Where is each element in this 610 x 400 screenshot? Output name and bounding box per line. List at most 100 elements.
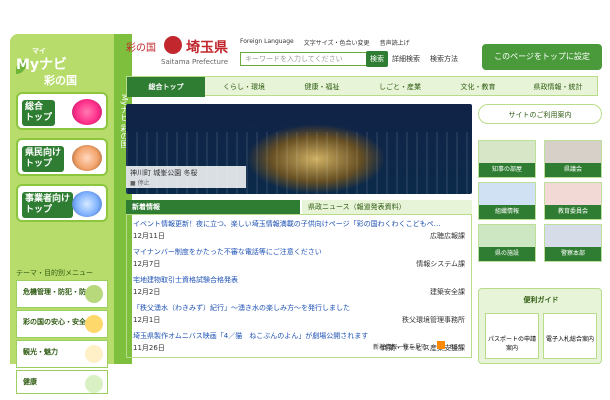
menu-safety[interactable]: 彩の国の安心・安全 xyxy=(16,310,108,338)
nav-item-culture-education[interactable]: 文化・教育 xyxy=(439,77,517,97)
stop-label: 停止 xyxy=(137,180,150,187)
sidebar-card-label: 事業者向け トップ xyxy=(22,192,74,218)
tile-facilities[interactable]: 県の施設 xyxy=(478,224,536,262)
tile-label: 県の施設 xyxy=(479,247,535,261)
tile-photo xyxy=(479,141,535,165)
news-date: 12月11日 xyxy=(133,232,165,240)
tile-label: 教育委員会 xyxy=(545,205,601,219)
text-size-link[interactable]: 文字サイズ・色合い変更 xyxy=(304,38,370,47)
sidebar-card-image xyxy=(72,99,102,125)
detailed-search-link[interactable]: 詳細検索 xyxy=(392,54,420,64)
foreign-language-link[interactable]: Foreign Language xyxy=(240,38,294,47)
sidebar-card-image xyxy=(72,145,102,171)
stop-icon: ■ xyxy=(130,180,136,187)
top-links: Foreign Language 文字サイズ・色合い変更 音声読上げ xyxy=(240,38,410,47)
guide-bid[interactable]: 電子入札総合案内 xyxy=(543,313,597,359)
site-logo[interactable]: 彩の国 埼玉県 Saitama Prefecture xyxy=(126,36,236,72)
hero-caption: 神川町 城峯公園 冬桜 ■ 停止 xyxy=(126,166,246,188)
rss-icon xyxy=(436,341,445,349)
news-dept: 秩父環境管理事務所 xyxy=(402,316,465,324)
search-input[interactable]: キーワードを入力してください xyxy=(240,52,376,66)
news-date: 12月1日 xyxy=(133,316,161,324)
set-as-top-button[interactable]: このページをトップに設定 xyxy=(482,44,602,70)
my-navi-title[interactable]: マイ Myナビ 彩の国 xyxy=(10,44,106,88)
sidebar-card-resident-top[interactable]: 県民向け トップ xyxy=(16,138,108,176)
menu-emergency[interactable]: 危機管理・防犯・防災等 xyxy=(16,280,108,308)
tile-label: 組織情報 xyxy=(479,205,535,219)
news-date: 12月2日 xyxy=(133,288,161,296)
tile-photo xyxy=(545,183,601,207)
tile-organization[interactable]: 組織情報 xyxy=(478,182,536,220)
search-method-link[interactable]: 検索方法 xyxy=(430,54,458,64)
rss-link[interactable]: RSS xyxy=(450,344,462,351)
news-footer: 新着情報一覧を見る RSS xyxy=(373,341,462,351)
tile-photo xyxy=(479,225,535,249)
news-item[interactable]: 「秩父湧水（わきみず）紀行」～湧き水の楽しみ方～を発行しました 12月1日 秩父… xyxy=(133,303,465,325)
useful-guide-title: 便利ガイド xyxy=(523,296,559,304)
search-button[interactable]: 検索 xyxy=(366,51,388,67)
news-title[interactable]: 宅地建物取引士資格試験合格発表 xyxy=(133,275,443,285)
menu-label: 観光・魅力 xyxy=(23,348,58,356)
news-dept: 建築安全課 xyxy=(430,288,465,296)
hero-caption-text: 神川町 城峯公園 冬桜 xyxy=(130,169,198,177)
sidebar-card-business-top[interactable]: 事業者向け トップ xyxy=(16,184,108,222)
tile-photo xyxy=(545,141,601,165)
news-title[interactable]: 「秩父湧水（わきみず）紀行」～湧き水の楽しみ方～を発行しました xyxy=(133,303,443,313)
site-guide-button[interactable]: サイトのご利用案内 xyxy=(478,104,602,124)
tile-assembly[interactable]: 県議会 xyxy=(544,140,602,178)
nav-item-health-welfare[interactable]: 健康・福祉 xyxy=(283,77,361,97)
news-tabs: 新着情報 県政ニュース（報道発表資料） xyxy=(126,200,472,214)
quick-links-grid: 知事の部屋 県議会 組織情報 教育委員会 県の施設 警察本部 xyxy=(478,140,602,262)
nav-item-life-environment[interactable]: くらし・環境 xyxy=(205,77,283,97)
news-item[interactable]: イベント情報更新！夜に立つ、楽しい埼玉情報満載の子供向けページ「彩の国わくわくこ… xyxy=(133,219,465,241)
menu-image xyxy=(85,315,103,333)
tab-new-info[interactable]: 新着情報 xyxy=(126,200,300,214)
tile-governor[interactable]: 知事の部屋 xyxy=(478,140,536,178)
news-item[interactable]: 宅地建物取引士資格試験合格発表 12月2日 建築安全課 xyxy=(133,275,465,297)
sidebar-card-general-top[interactable]: 総合 トップ xyxy=(16,92,108,130)
my-navi-big: Myナビ xyxy=(16,57,68,73)
logo-kana: 彩の国 xyxy=(126,43,156,54)
news-list: イベント情報更新！夜に立つ、楽しい埼玉情報満載の子供向けページ「彩の国わくわくこ… xyxy=(126,214,472,358)
menu-health[interactable]: 健康 xyxy=(16,370,108,394)
menu-label: 健康 xyxy=(23,378,37,386)
tile-label: 警察本部 xyxy=(545,247,601,261)
news-date: 12月7日 xyxy=(133,260,161,268)
news-date: 11月26日 xyxy=(133,344,165,352)
logo-kanji: 埼玉県 xyxy=(186,40,228,56)
menu-image xyxy=(85,375,103,393)
menu-label: 彩の国の安心・安全 xyxy=(23,318,86,326)
tile-photo xyxy=(545,225,601,249)
useful-guide: 便利ガイド パスポートの申請案内 電子入札総合案内 xyxy=(478,288,602,364)
sidebar-card-label: 県民向け トップ xyxy=(22,146,65,172)
news-title[interactable]: マイナンバー制度をかたった不審な電話等にご注意ください xyxy=(133,247,443,257)
guide-passport[interactable]: パスポートの申請案内 xyxy=(485,313,539,359)
news-dept: 情報システム課 xyxy=(416,260,465,268)
nav-item-general-top[interactable]: 総合トップ xyxy=(127,77,205,97)
tile-police[interactable]: 警察本部 xyxy=(544,224,602,262)
news-title[interactable]: イベント情報更新！夜に立つ、楽しい埼玉情報満載の子供向けページ「彩の国わくわくこ… xyxy=(133,219,443,229)
menu-tourism[interactable]: 観光・魅力 xyxy=(16,340,108,368)
news-title[interactable]: 埼玉県製作オムニバス映画「4／猫 ねこぶんのよん」が劇場公開されます xyxy=(133,331,443,341)
voice-read-link[interactable]: 音声読上げ xyxy=(380,38,410,47)
nav-item-policy-stats[interactable]: 県政情報・統計 xyxy=(517,77,599,97)
logo-mark-icon xyxy=(164,36,182,54)
hero-stop-control[interactable]: ■ 停止 xyxy=(130,178,242,187)
right-column: サイトのご利用案内 知事の部屋 県議会 組織情報 教育委員会 県の施設 警察本部… xyxy=(478,104,602,364)
menu-image xyxy=(85,285,103,303)
sidebar-card-label: 総合 トップ xyxy=(22,100,56,126)
nav-item-work-industry[interactable]: しごと・産業 xyxy=(361,77,439,97)
left-sidebar: マイ Myナビ 彩の国 総合 トップ 県民向け トップ 事業者向け トップ テー… xyxy=(10,34,132,394)
tile-education-board[interactable]: 教育委員会 xyxy=(544,182,602,220)
news-list-link[interactable]: 新着情報一覧を見る xyxy=(373,344,427,351)
theme-menu-title: テーマ・目的別メニュー xyxy=(16,269,93,277)
tile-photo xyxy=(479,183,535,207)
tile-label: 県議会 xyxy=(545,163,601,177)
tile-label: 知事の部屋 xyxy=(479,163,535,177)
news-dept: 広聴広報課 xyxy=(430,232,465,240)
my-navi-sub: 彩の国 xyxy=(44,74,77,87)
menu-image xyxy=(85,345,103,363)
tab-prefecture-news[interactable]: 県政ニュース（報道発表資料） xyxy=(302,200,472,214)
news-item[interactable]: マイナンバー制度をかたった不審な電話等にご注意ください 12月7日 情報システム… xyxy=(133,247,465,269)
page: マイ Myナビ 彩の国 総合 トップ 県民向け トップ 事業者向け トップ テー… xyxy=(0,0,610,400)
